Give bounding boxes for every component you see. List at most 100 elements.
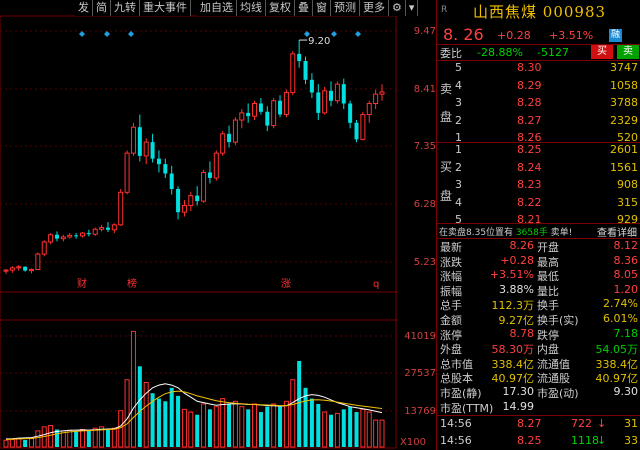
volume-bar [48, 424, 54, 448]
volume-bar [3, 439, 9, 448]
volume-bar [278, 406, 283, 447]
volume-unit: X100 [400, 437, 426, 448]
ask-level[interactable]: 5 8.30 3747 [437, 61, 640, 79]
stat-label: 量比 [537, 284, 559, 298]
level-volume: 2329 [610, 113, 638, 127]
candle-body [258, 103, 263, 112]
toolbar-button[interactable]: 更多 [360, 0, 389, 16]
bid-level[interactable]: 3 8.23 908 [437, 178, 640, 196]
candle-body [373, 93, 379, 104]
toolbar-button[interactable]: 九转 [111, 0, 140, 16]
volume-bar [309, 398, 314, 447]
view-detail-link[interactable]: 查看详细 [597, 224, 637, 239]
stat-value: 1.20 [613, 282, 639, 296]
stock-code: 000983 [542, 3, 607, 21]
toolbar-button[interactable]: 均线 [237, 0, 266, 16]
candle-body [35, 253, 41, 271]
candle-body [246, 112, 251, 117]
kline-chart[interactable]: 9.20 财 榜 涨 q [0, 0, 398, 450]
candle-body [278, 100, 283, 115]
candle-body [156, 158, 161, 165]
volume-bar [163, 401, 168, 447]
level-volume: 908 [617, 178, 638, 192]
toolbar-button[interactable]: 发 [75, 0, 93, 16]
volume-bar [360, 408, 366, 448]
volume-bar [373, 419, 379, 448]
volume-bar [118, 410, 124, 448]
settings-icon[interactable]: ⚙ [389, 0, 406, 16]
stat-label: 涨跌 [440, 255, 462, 269]
stat-row: 总手 112.3万 换手 2.74% [437, 297, 640, 312]
order-notice: 在卖盘8.35位置有 3658手 卖单! 查看详细 [437, 224, 640, 239]
notice-num: 3658手 [515, 228, 548, 238]
candle-body [163, 164, 168, 174]
toolbar-button[interactable]: 窗 [313, 0, 331, 16]
stat-label: 外盘 [440, 343, 462, 357]
candle-body [181, 205, 187, 213]
toolbar-button[interactable]: 简 [93, 0, 111, 16]
candle-body [111, 224, 117, 231]
stat-value: 112.3万 [491, 299, 535, 313]
level-volume: 3788 [610, 96, 638, 110]
stat-row: 涨跌 +0.28 最高 8.36 [437, 254, 640, 269]
stat-row: 涨幅 +3.51% 最低 8.05 [437, 268, 640, 283]
buy-button[interactable]: 买 [591, 45, 613, 59]
volume-bar [354, 412, 359, 447]
stat-label: 流通值 [537, 357, 570, 371]
ask-level[interactable]: 3 8.28 3788 [437, 96, 640, 114]
price-change-pct: +3.51% [549, 29, 594, 42]
candle-body [3, 269, 9, 272]
chevron-down-icon[interactable]: ▾ [405, 0, 419, 16]
candle-body [354, 122, 359, 140]
candle-body [86, 233, 91, 235]
notice-post: 卖单! [547, 228, 573, 238]
volume-bar [366, 411, 372, 448]
candle-body [207, 172, 212, 178]
volume-bar [9, 438, 15, 448]
stat-value: 9.27亿 [498, 314, 535, 327]
candle-body [227, 133, 232, 143]
level-number: 4 [455, 195, 462, 209]
bid-level[interactable]: 2 8.24 1561 [437, 161, 640, 179]
candlestick-svg[interactable]: 9.20 财 榜 涨 q [0, 0, 398, 450]
tick-count: 31 [624, 417, 638, 430]
stat-value: 58.30万 [491, 343, 535, 357]
stat-label: 总手 [440, 299, 462, 313]
tick-price: 8.25 [517, 434, 542, 447]
candle-body [283, 91, 289, 116]
event-diamond-icon [79, 31, 85, 37]
bid-level[interactable]: 4 8.22 315 [437, 196, 640, 214]
volume-bar [28, 438, 34, 448]
ask-level[interactable]: 2 8.27 2329 [437, 114, 640, 132]
toolbar-button[interactable]: 重大事件 [140, 0, 191, 16]
candle-body [322, 90, 328, 114]
event-label: q [373, 279, 379, 290]
event-label: 财 [77, 277, 87, 290]
level-price: 8.24 [517, 160, 542, 174]
level-number: 4 [455, 78, 462, 92]
stock-name[interactable]: 山西焦煤 000983 [473, 1, 606, 22]
candle-body [67, 234, 73, 238]
toolbar-button[interactable]: 预测 [331, 0, 360, 16]
toolbar-button[interactable]: 叠 [295, 0, 313, 16]
ask-level[interactable]: 4 8.29 1058 [437, 79, 640, 97]
candle-body [379, 91, 385, 95]
candle-body [150, 142, 155, 159]
level-number: 3 [455, 96, 462, 110]
tick-time: 14:56 [440, 417, 472, 430]
candle-body [169, 173, 174, 189]
price-tick: 9.47 [413, 26, 436, 37]
sell-button[interactable]: 卖 [617, 45, 639, 59]
event-diamond-icon [355, 31, 361, 37]
tick-volume: 1118 [571, 434, 599, 447]
stat-value: 17.30 [502, 385, 535, 398]
stat-label: 换手 [537, 299, 559, 313]
toolbar-button[interactable]: 复权 [266, 0, 295, 16]
order-ratio: -28.88% [477, 46, 523, 59]
candle-body [41, 241, 47, 255]
toolbar-button[interactable]: 加自选 [197, 0, 237, 16]
candle-body [74, 235, 79, 237]
candle-body [124, 152, 130, 193]
bid-level[interactable]: 1 8.25 2601 [437, 143, 640, 161]
candle-body [297, 53, 302, 62]
